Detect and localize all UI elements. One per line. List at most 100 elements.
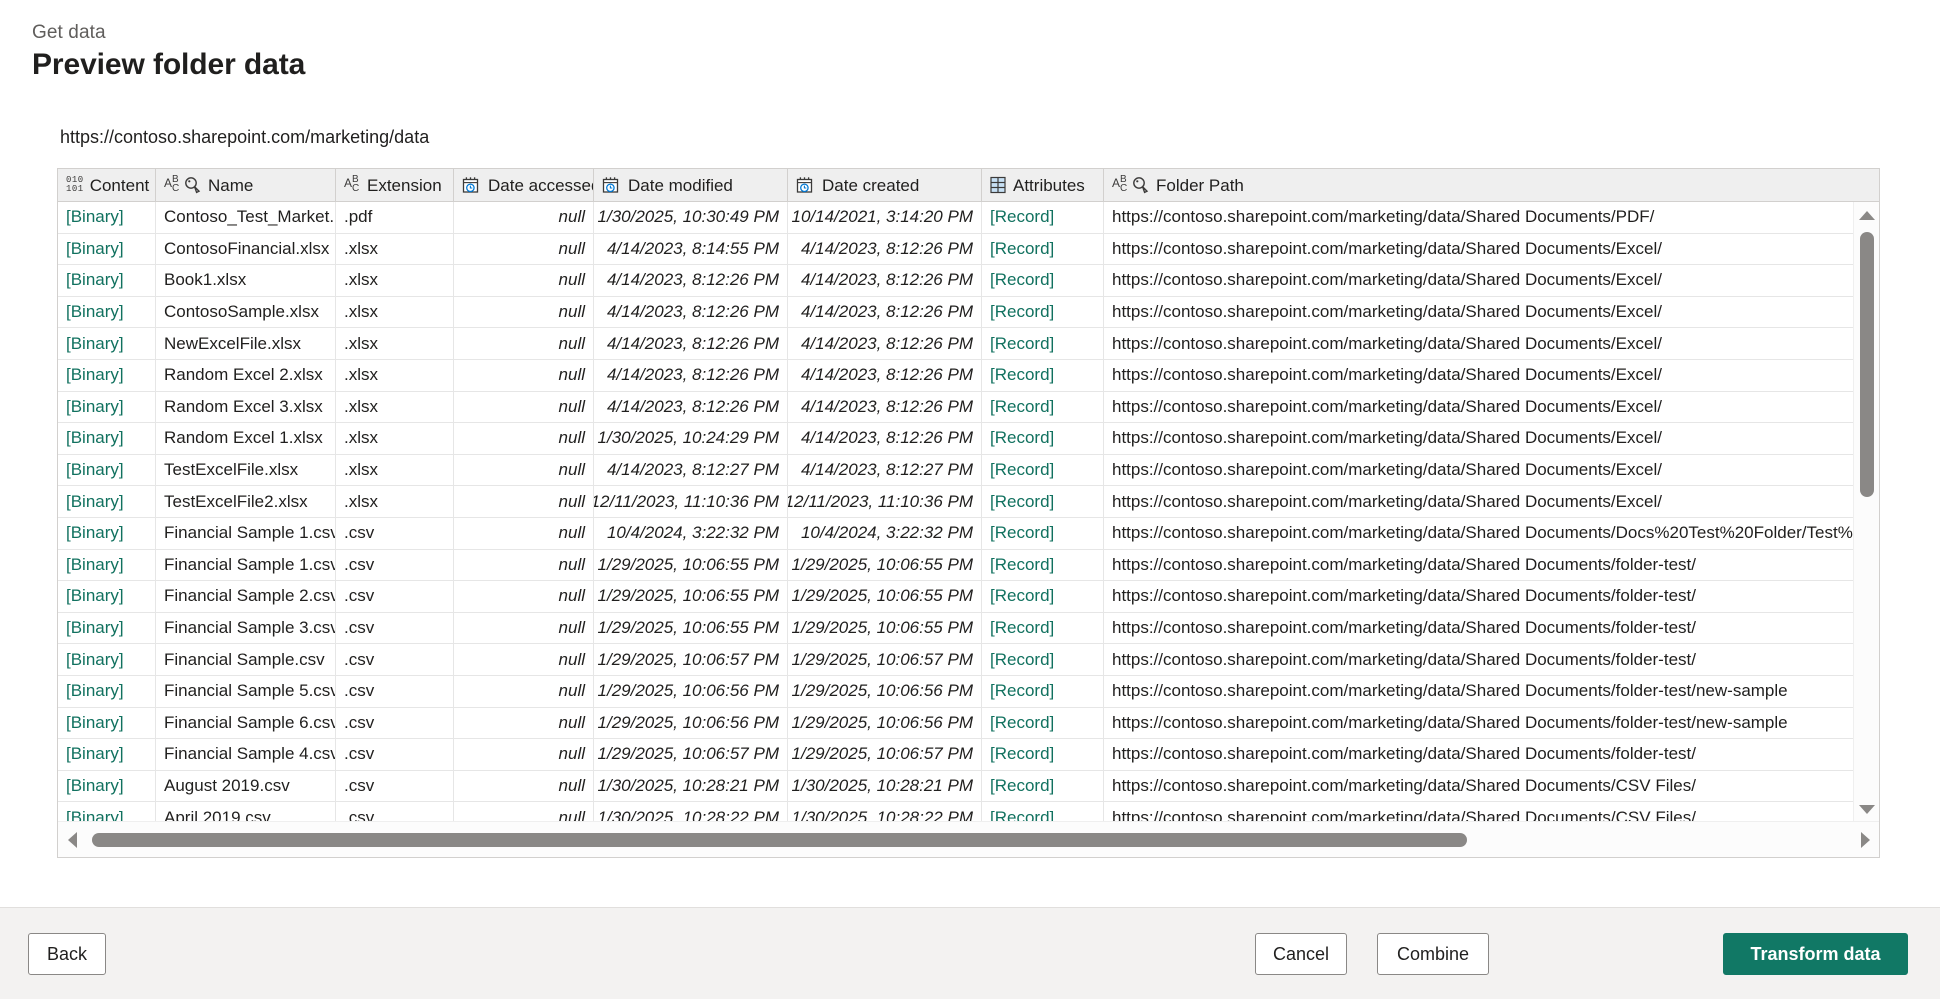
- cell-content[interactable]: [Binary]: [58, 739, 156, 770]
- column-header-date-created[interactable]: Date created: [788, 169, 982, 201]
- cell-attributes[interactable]: [Record]: [982, 802, 1104, 822]
- back-button[interactable]: Back: [28, 933, 106, 975]
- table-row[interactable]: [Binary] Book1.xlsx .xlsx null 4/14/2023, 8:…: [58, 265, 1879, 297]
- cell-content[interactable]: [Binary]: [58, 802, 156, 822]
- cell-attributes[interactable]: [Record]: [982, 707, 1104, 739]
- scroll-up-arrow-icon[interactable]: [1854, 204, 1879, 226]
- cancel-button[interactable]: Cancel: [1255, 933, 1347, 975]
- cell-attributes[interactable]: [Record]: [982, 328, 1104, 359]
- cell-name: Financial Sample 4.csv: [156, 739, 336, 770]
- cell-content[interactable]: [Binary]: [58, 549, 156, 581]
- table-row[interactable]: [Binary] TestExcelFile2.xlsx .xlsx null 12/1…: [58, 486, 1879, 518]
- column-header-date-modified[interactable]: Date modified: [594, 169, 788, 201]
- cell-content[interactable]: [Binary]: [58, 233, 156, 265]
- cell-attributes[interactable]: [Record]: [982, 549, 1104, 581]
- cell-attributes[interactable]: [Record]: [982, 296, 1104, 328]
- table-row[interactable]: [Binary] Random Excel 1.xlsx .xlsx null 1/30…: [58, 423, 1879, 455]
- table-row[interactable]: [Binary] Random Excel 3.xlsx .xlsx null 4/14…: [58, 391, 1879, 424]
- column-header-attributes[interactable]: Attributes: [982, 169, 1104, 201]
- transform-data-button[interactable]: Transform data: [1723, 933, 1908, 975]
- table-row[interactable]: [Binary]Contoso_Test_Market.pdf.pdfnull1…: [58, 202, 1879, 234]
- cell-content[interactable]: [Binary]: [58, 265, 156, 296]
- cell-attributes[interactable]: [Record]: [982, 517, 1104, 549]
- cell-date-created: 1/29/2025, 10:06:55 PM: [788, 581, 982, 612]
- cell-attributes[interactable]: [Record]: [982, 202, 1104, 233]
- cell-content[interactable]: [Binary]: [58, 581, 156, 612]
- cell-attributes[interactable]: [Record]: [982, 675, 1104, 707]
- cell-content[interactable]: [Binary]: [58, 423, 156, 454]
- cell-attributes[interactable]: [Record]: [982, 423, 1104, 454]
- cell-extension: .xlsx: [336, 359, 454, 391]
- cell-content[interactable]: [Binary]: [58, 612, 156, 644]
- cell-name: Contoso_Test_Market.pdf: [156, 202, 336, 233]
- cell-attributes[interactable]: [Record]: [982, 612, 1104, 644]
- cell-content[interactable]: [Binary]: [58, 770, 156, 802]
- vertical-scrollbar[interactable]: [1853, 202, 1879, 822]
- table-row[interactable]: [Binary] August 2019.csv .csv null 1/30/2025…: [58, 770, 1879, 803]
- cell-content[interactable]: [Binary]: [58, 517, 156, 549]
- column-header-label: Extension: [367, 175, 442, 195]
- cell-date-created: 4/14/2023, 8:12:26 PM: [788, 265, 982, 296]
- cell-content[interactable]: [Binary]: [58, 644, 156, 675]
- horizontal-scrollbar-track[interactable]: [86, 832, 1851, 847]
- column-header-date-accessed[interactable]: Date accessed: [454, 169, 594, 201]
- preview-data-table: 010 101 Content A B C Name A B C Extension Date acc…: [57, 168, 1880, 858]
- cell-content[interactable]: [Binary]: [58, 707, 156, 739]
- cell-date-created: 1/29/2025, 10:06:56 PM: [788, 707, 982, 739]
- column-header-content[interactable]: 010 101 Content: [58, 169, 156, 201]
- cell-attributes[interactable]: [Record]: [982, 581, 1104, 612]
- table-row[interactable]: [Binary] ContosoSample.xlsx .xlsx null 4/14/…: [58, 296, 1879, 329]
- page-title: Preview folder data: [32, 48, 306, 81]
- cell-attributes[interactable]: [Record]: [982, 486, 1104, 517]
- cell-name: Financial Sample.csv: [156, 644, 336, 675]
- cell-extension: .csv: [336, 644, 454, 675]
- combine-button[interactable]: Combine: [1377, 933, 1489, 975]
- cell-attributes[interactable]: [Record]: [982, 644, 1104, 675]
- horizontal-scrollbar[interactable]: [58, 821, 1879, 857]
- cell-name: Random Excel 2.xlsx: [156, 359, 336, 391]
- table-row[interactable]: [Binary] Financial Sample 4.csv .csv null 1/…: [58, 739, 1879, 771]
- dialog-footer: Back Cancel Combine Transform data: [0, 907, 1940, 999]
- cell-content[interactable]: [Binary]: [58, 296, 156, 328]
- scroll-right-arrow-icon[interactable]: [1851, 831, 1879, 848]
- cell-content[interactable]: [Binary]: [58, 328, 156, 359]
- cell-attributes[interactable]: [Record]: [982, 454, 1104, 486]
- table-row[interactable]: [Binary] Financial Sample 5.csv .csv null 1/…: [58, 675, 1879, 708]
- cell-content[interactable]: [Binary]: [58, 359, 156, 391]
- table-row[interactable]: [Binary] Financial Sample.csv .csv null 1/29…: [58, 644, 1879, 676]
- cell-content[interactable]: [Binary]: [58, 486, 156, 517]
- cell-attributes[interactable]: [Record]: [982, 770, 1104, 802]
- column-header-extension[interactable]: A B C Extension: [336, 169, 454, 201]
- cell-attributes[interactable]: [Record]: [982, 359, 1104, 391]
- cell-date-accessed: null: [454, 581, 594, 612]
- cell-date-accessed: null: [454, 517, 594, 549]
- table-row[interactable]: [Binary] Financial Sample 6.csv .csv null 1/…: [58, 707, 1879, 740]
- cell-content[interactable]: [Binary]: [58, 454, 156, 486]
- cell-attributes[interactable]: [Record]: [982, 391, 1104, 423]
- table-row[interactable]: [Binary] Financial Sample 2.csv .csv null 1/…: [58, 581, 1879, 613]
- column-header-name[interactable]: A B C Name: [156, 169, 336, 201]
- cell-attributes[interactable]: [Record]: [982, 233, 1104, 265]
- column-header-folder-path[interactable]: A B C Folder Path: [1104, 169, 1862, 201]
- table-row[interactable]: [Binary] Financial Sample 1.csv .csv null 1/…: [58, 549, 1879, 582]
- cell-attributes[interactable]: [Record]: [982, 739, 1104, 770]
- table-row[interactable]: [Binary] Random Excel 2.xlsx .xlsx null 4/14…: [58, 359, 1879, 392]
- cell-extension: .csv: [336, 549, 454, 581]
- cell-content[interactable]: [Binary]: [58, 391, 156, 423]
- table-row[interactable]: [Binary] ContosoFinancial.xlsx .xlsx null 4/…: [58, 233, 1879, 266]
- table-row[interactable]: [Binary] Financial Sample 3.csv .csv null 1/…: [58, 612, 1879, 645]
- table-row[interactable]: [Binary] NewExcelFile.xlsx .xlsx null 4/14/2…: [58, 328, 1879, 360]
- table-row[interactable]: [Binary] Financial Sample 1.csv .csv null 10…: [58, 517, 1879, 550]
- cell-name: Financial Sample 1.csv: [156, 549, 336, 581]
- cell-attributes[interactable]: [Record]: [982, 265, 1104, 296]
- vertical-scrollbar-thumb[interactable]: [1860, 232, 1874, 497]
- scroll-down-arrow-icon[interactable]: [1854, 798, 1879, 820]
- cell-content[interactable]: [Binary]: [58, 675, 156, 707]
- cell-date-accessed: null: [454, 486, 594, 517]
- table-row[interactable]: [Binary] April 2019.csv .csv null 1/30/2025,…: [58, 802, 1879, 822]
- horizontal-scrollbar-thumb[interactable]: [92, 832, 1467, 847]
- scroll-left-arrow-icon[interactable]: [58, 831, 86, 848]
- cell-folder-path: https://contoso.sharepoint.com/marketing…: [1112, 396, 1662, 416]
- table-row[interactable]: [Binary] TestExcelFile.xlsx .xlsx null 4/14/…: [58, 454, 1879, 487]
- cell-content[interactable]: [Binary]: [58, 202, 156, 233]
